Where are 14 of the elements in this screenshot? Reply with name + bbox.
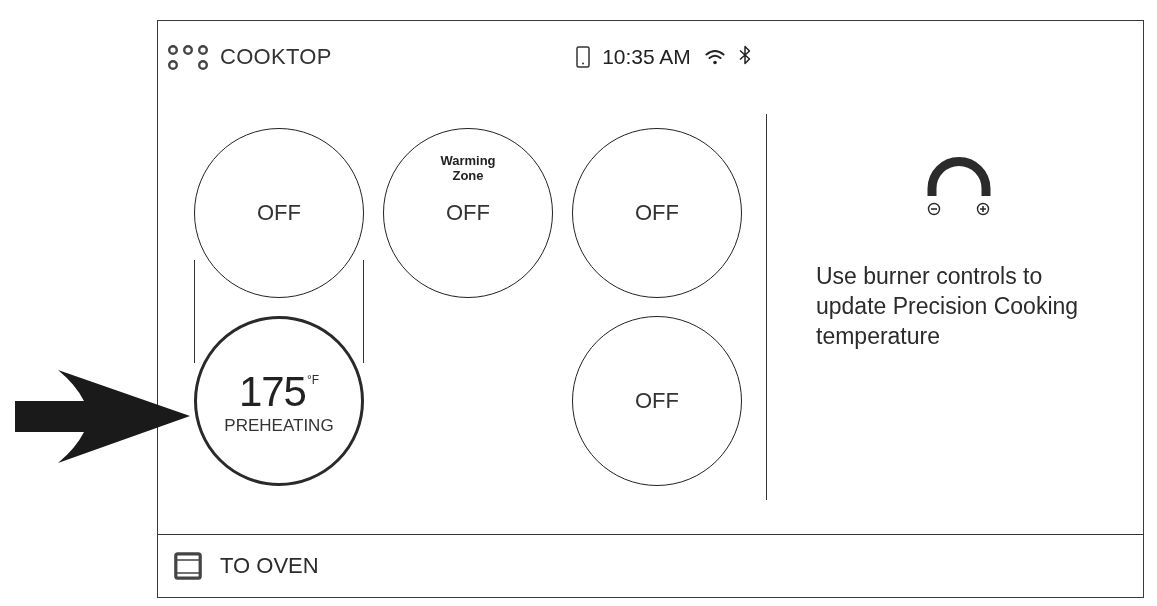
burner-rings-icon (168, 44, 208, 70)
to-oven-button[interactable]: TO OVEN (172, 548, 321, 584)
burner-button[interactable]: OFF (572, 128, 742, 298)
burner-button[interactable]: Warming Zone OFF (383, 128, 553, 298)
phone-icon (576, 46, 591, 68)
arc-dial-icon (926, 157, 992, 217)
clock-time: 10:35 AM (602, 45, 691, 69)
precision-cooking-hint: Use burner controls to update Precision Cooking temperature (816, 262, 1080, 351)
burner-button[interactable]: OFF (572, 316, 742, 486)
bluetooth-icon (738, 45, 751, 65)
oven-icon (174, 552, 202, 580)
burner-button[interactable]: OFF (194, 128, 364, 298)
wifi-icon (704, 49, 725, 65)
screen-title: COOKTOP (220, 44, 332, 70)
